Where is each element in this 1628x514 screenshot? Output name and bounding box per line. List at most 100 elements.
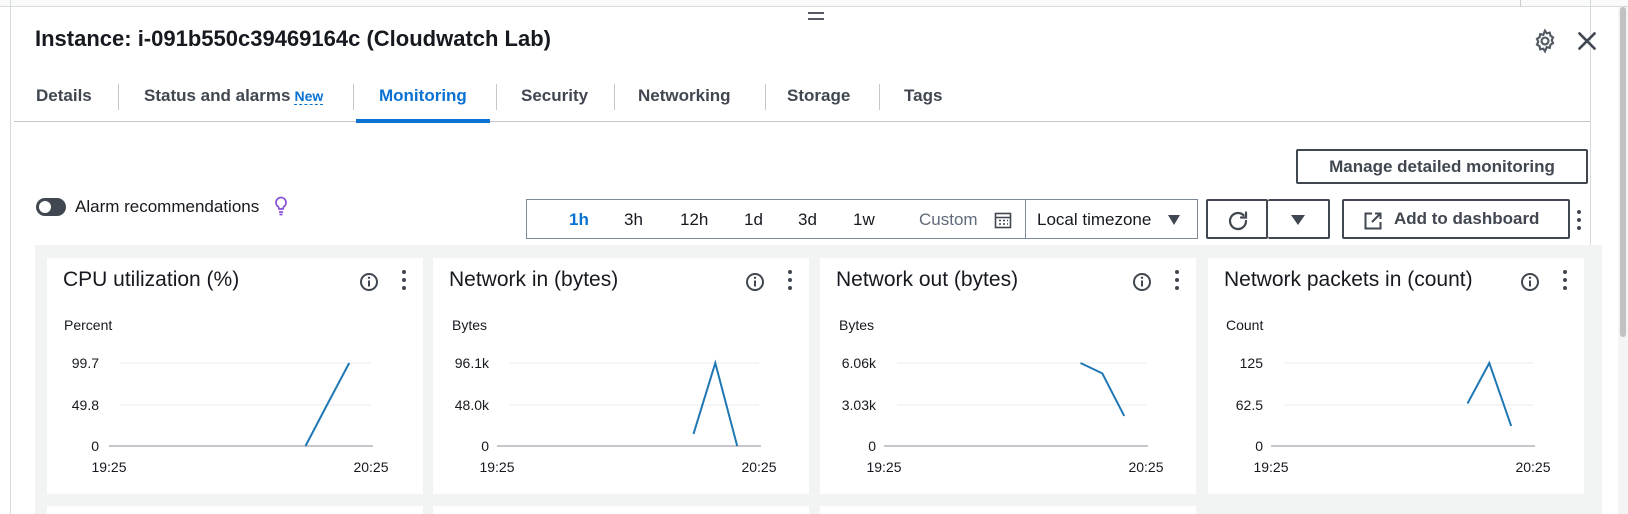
y-tick-label: 3.03k [842, 397, 877, 413]
y-tick-label: 49.8 [72, 397, 99, 413]
tab-separator [765, 84, 766, 110]
add-to-dashboard-label: Add to dashboard [1394, 209, 1540, 228]
series-line [1080, 362, 1126, 417]
x-tick-label: 19:25 [91, 459, 126, 475]
y-axis-unit: Count [1226, 317, 1263, 333]
tab-status-and-alarms[interactable]: Status and alarms New [144, 78, 324, 122]
more-vertical-icon[interactable] [1576, 210, 1582, 232]
alarm-recommendations-toggle[interactable] [36, 198, 66, 216]
caret-down-icon[interactable] [1167, 214, 1181, 226]
range-option-1h[interactable]: 1h [569, 210, 589, 230]
metric-card-network-packets-in: Network packets in (count) Count 125 62.… [1208, 258, 1584, 494]
x-tick-label: 20:25 [353, 459, 388, 475]
lightbulb-icon[interactable] [274, 196, 288, 216]
card-title: Network out (bytes) [836, 268, 1019, 291]
metric-card-network-in: Network in (bytes) Bytes 96.1k 48.0k 0 1… [433, 258, 809, 494]
top-border-strip [0, 0, 1628, 7]
cpu-chart: Percent 99.7 49.8 0 19:25 20:25 [64, 317, 389, 475]
more-vertical-icon[interactable] [1562, 270, 1568, 292]
timezone-select[interactable]: Local timezone [1037, 210, 1151, 230]
card-title: Network in (bytes) [449, 268, 619, 291]
tab-label: Status and alarms [144, 86, 291, 105]
tab-label: Networking [638, 86, 731, 105]
add-to-dashboard-button[interactable]: Add to dashboard [1342, 199, 1570, 239]
tab-security[interactable]: Security [521, 78, 588, 122]
tab-monitoring[interactable]: Monitoring [356, 78, 490, 123]
y-axis-unit: Percent [64, 317, 112, 333]
more-vertical-icon[interactable] [1174, 270, 1180, 292]
y-axis-unit: Bytes [839, 317, 874, 333]
metric-card-partial [820, 506, 1196, 514]
y-tick-label: 0 [1255, 438, 1263, 454]
tab-storage[interactable]: Storage [787, 78, 850, 122]
manage-detailed-monitoring-button[interactable]: Manage detailed monitoring [1296, 149, 1588, 184]
strip-divider [1520, 0, 1521, 7]
range-option-1d[interactable]: 1d [744, 210, 763, 230]
tab-tags[interactable]: Tags [904, 78, 942, 122]
tab-bar: Details Status and alarms New Monitoring … [14, 78, 1590, 123]
tab-networking[interactable]: Networking [638, 78, 731, 122]
x-tick-label: 19:25 [1253, 459, 1288, 475]
tab-details[interactable]: Details [36, 78, 92, 122]
y-tick-label: 48.0k [455, 397, 490, 413]
x-tick-label: 20:25 [741, 459, 776, 475]
y-tick-label: 0 [868, 438, 876, 454]
y-tick-label: 0 [91, 438, 99, 454]
tab-label: Storage [787, 86, 851, 105]
gear-icon[interactable] [1532, 28, 1558, 54]
y-axis-unit: Bytes [452, 317, 487, 333]
metric-card-partial [433, 506, 809, 514]
tab-label: Tags [904, 86, 943, 105]
network-in-chart: Bytes 96.1k 48.0k 0 19:25 20:25 [452, 317, 777, 475]
series-line [1466, 360, 1513, 427]
y-tick-label: 99.7 [72, 355, 99, 371]
panel-left-border [10, 0, 11, 514]
tab-separator [496, 84, 497, 110]
alarm-recommendations-label: Alarm recommendations [75, 197, 260, 216]
time-range-selector: 1h 3h 12h 1d 3d 1w Custom Local timezone [526, 199, 1198, 239]
y-tick-label: 0 [481, 438, 489, 454]
range-option-12h[interactable]: 12h [680, 210, 708, 230]
more-vertical-icon[interactable] [401, 270, 407, 292]
network-out-chart: Bytes 6.06k 3.03k 0 19:25 20:25 [839, 317, 1164, 475]
tab-separator [879, 84, 880, 110]
info-icon[interactable] [745, 272, 765, 292]
vertical-scrollbar[interactable] [1618, 7, 1628, 514]
refresh-interval-dropdown[interactable] [1268, 199, 1330, 239]
tab-separator [353, 84, 354, 110]
scrollbar-thumb[interactable] [1620, 7, 1626, 337]
range-option-custom[interactable]: Custom [919, 210, 978, 230]
new-badge: New [294, 88, 324, 105]
x-tick-label: 20:25 [1128, 459, 1163, 475]
drag-handle-icon[interactable] [808, 12, 824, 24]
tab-label: Security [521, 86, 589, 105]
metric-card-network-out: Network out (bytes) Bytes 6.06k 3.03k 0 … [820, 258, 1196, 494]
card-title: Network packets in (count) [1224, 268, 1473, 291]
metric-card-cpu: CPU utilization (%) Percent 99.7 49.8 0 … [47, 258, 423, 494]
calendar-icon[interactable] [994, 211, 1012, 229]
x-tick-label: 19:25 [866, 459, 901, 475]
x-tick-label: 20:25 [1515, 459, 1550, 475]
range-option-3d[interactable]: 3d [798, 210, 817, 230]
x-tick-label: 19:25 [479, 459, 514, 475]
metric-card-partial [47, 506, 423, 514]
info-icon[interactable] [359, 272, 379, 292]
range-option-3h[interactable]: 3h [624, 210, 643, 230]
info-icon[interactable] [1520, 272, 1540, 292]
page-title: Instance: i-091b550c39469164c (Cloudwatc… [35, 26, 551, 51]
external-link-icon [1364, 212, 1382, 230]
refresh-icon [1228, 211, 1248, 231]
tab-label: Details [36, 86, 92, 105]
range-option-1w[interactable]: 1w [853, 210, 875, 230]
more-vertical-icon[interactable] [787, 270, 793, 292]
tab-label: Monitoring [379, 86, 467, 105]
close-icon[interactable] [1574, 28, 1600, 54]
network-packets-in-chart: Count 125 62.5 0 19:25 20:25 [1226, 317, 1551, 475]
timezone-divider [1025, 200, 1026, 238]
info-icon[interactable] [1132, 272, 1152, 292]
card-title: CPU utilization (%) [63, 268, 240, 291]
refresh-button[interactable] [1206, 199, 1268, 239]
y-tick-label: 125 [1240, 355, 1264, 371]
tab-separator [118, 84, 119, 110]
tab-separator [614, 84, 615, 110]
